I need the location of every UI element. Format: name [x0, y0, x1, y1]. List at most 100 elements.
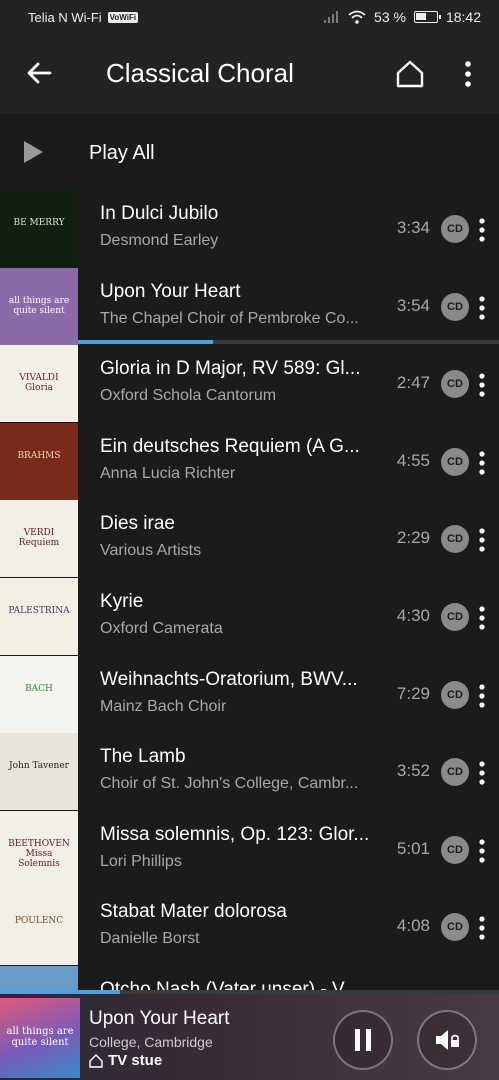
track-row[interactable]: John Tavener The Lamb Choir of St. John's … — [0, 733, 499, 811]
track-row[interactable]: BEETHOVEN Missa Solemnis Missa solemnis, … — [0, 811, 499, 889]
more-vert-icon[interactable] — [476, 450, 488, 476]
room-selector[interactable]: TV stue — [89, 1052, 162, 1069]
album-art-text: BRAHMS — [17, 451, 61, 461]
track-artist: Desmond Earley — [100, 232, 219, 249]
album-art-text: VIVALDI Gloria — [19, 373, 59, 393]
track-row[interactable]: POULENC Stabat Mater dolorosa Danielle Bor… — [0, 888, 499, 966]
track-artist: Lori Phillips — [100, 853, 182, 870]
status-bar: Telia N Wi-Fi VoWiFi 53 % 18:42 — [0, 0, 499, 34]
more-vert-icon[interactable] — [476, 217, 488, 243]
now-playing-bar[interactable]: all things are quite silent Upon Your He… — [0, 990, 499, 1080]
room-label: TV stue — [108, 1052, 163, 1069]
more-vert-icon[interactable] — [456, 58, 480, 90]
album-art[interactable]: SINGER PUR — [0, 966, 78, 990]
more-vert-icon[interactable] — [476, 760, 488, 786]
more-vert-icon[interactable] — [476, 683, 488, 709]
album-art-text: PALESTRINA — [8, 606, 70, 616]
more-vert-icon[interactable] — [476, 605, 488, 631]
battery-percent: 53 % — [374, 9, 406, 25]
app-bar: Classical Choral — [0, 34, 499, 114]
now-playing-description: College, Cambridge — [89, 1034, 213, 1050]
track-duration: 3:54 — [396, 296, 430, 315]
play-icon — [24, 141, 43, 163]
volume-icon — [436, 1030, 459, 1050]
album-art[interactable]: POULENC — [0, 888, 78, 965]
track-duration: 5:01 — [396, 839, 430, 858]
now-playing-art-text: all things are quite silent — [6, 1026, 74, 1048]
track-title: Otcho Nash (Vater unser) - V... — [100, 979, 359, 990]
track-row[interactable]: all things are quite silent Upon Your Hea… — [0, 268, 499, 346]
track-progress-bar — [78, 340, 499, 344]
home-icon[interactable] — [394, 58, 426, 90]
pause-button[interactable] — [333, 1010, 393, 1070]
album-art-text: BEETHOVEN Missa Solemnis — [8, 839, 70, 869]
album-art[interactable]: BE MERRY — [0, 190, 78, 267]
track-duration: 4:55 — [396, 451, 430, 470]
track-row[interactable]: VERDI Requiem Dies irae Various Artists 2:2… — [0, 500, 499, 578]
track-row[interactable]: BACH Weihnachts-Oratorium, BWV... Mainz Ba… — [0, 656, 499, 734]
track-artist: Danielle Borst — [100, 930, 200, 947]
track-duration: 3:52 — [396, 761, 430, 780]
now-playing-progress[interactable] — [0, 990, 499, 994]
album-art-text: POULENC — [14, 916, 64, 926]
status-right: 53 % 18:42 — [324, 9, 481, 25]
album-art[interactable]: all things are quite silent — [0, 268, 78, 345]
album-art-text: BE MERRY — [13, 218, 65, 228]
album-art[interactable]: VERDI Requiem — [0, 500, 78, 577]
track-title: Gloria in D Major, RV 589: Gl... — [100, 358, 361, 379]
track-artist: The Chapel Choir of Pembroke Co... — [100, 310, 359, 327]
track-title: Stabat Mater dolorosa — [100, 901, 287, 922]
album-art-text: BACH — [25, 684, 53, 694]
track-duration: 2:29 — [396, 528, 430, 547]
battery-icon — [413, 11, 441, 23]
track-title: In Dulci Jubilo — [100, 203, 219, 224]
more-vert-icon[interactable] — [476, 838, 488, 864]
track-title: The Lamb — [100, 746, 186, 767]
arrow-left-icon[interactable] — [22, 56, 56, 90]
album-art[interactable]: PALESTRINA — [0, 578, 78, 655]
home-icon — [89, 1053, 103, 1068]
more-vert-icon[interactable] — [476, 915, 488, 941]
cd-badge-icon: CD — [441, 681, 469, 709]
track-title: Upon Your Heart — [100, 281, 241, 302]
cd-badge-icon: CD — [441, 370, 469, 398]
track-row[interactable]: PALESTRINA Kyrie Oxford Camerata 4:30 CD — [0, 578, 499, 656]
now-playing-album-art[interactable]: all things are quite silent — [0, 998, 80, 1078]
play-all-button[interactable]: Play All — [0, 114, 499, 190]
album-art[interactable]: BEETHOVEN Missa Solemnis — [0, 811, 78, 888]
track-title: Kyrie — [100, 591, 144, 612]
album-art-text: John Tavener — [9, 761, 69, 771]
page-title: Classical Choral — [106, 58, 294, 88]
album-art-text: VERDI Requiem — [18, 528, 60, 548]
cd-badge-icon: CD — [441, 215, 469, 243]
more-vert-icon[interactable] — [476, 372, 488, 398]
cd-badge-icon: CD — [441, 836, 469, 864]
cd-badge-icon: CD — [441, 293, 469, 321]
cd-badge-icon: CD — [441, 448, 469, 476]
track-row[interactable]: SINGER PUR Otcho Nash (Vater unser) - V..… — [0, 966, 499, 990]
track-row[interactable]: BRAHMS Ein deutsches Requiem (A G... Anna … — [0, 423, 499, 501]
track-title: Missa solemnis, Op. 123: Glor... — [100, 824, 370, 845]
track-row[interactable]: BE MERRY In Dulci Jubilo Desmond Earley 3:3… — [0, 190, 499, 268]
track-title: Weihnachts-Oratorium, BWV... — [100, 669, 358, 690]
track-duration: 4:08 — [396, 916, 430, 935]
album-art[interactable]: BACH — [0, 656, 78, 733]
track-list[interactable]: BE MERRY In Dulci Jubilo Desmond Earley 3:3… — [0, 190, 499, 990]
more-vert-icon[interactable] — [476, 295, 488, 321]
volume-button[interactable] — [417, 1010, 477, 1070]
album-art[interactable]: VIVALDI Gloria — [0, 345, 78, 422]
play-all-label: Play All — [89, 142, 155, 164]
track-duration: 7:29 — [396, 684, 430, 703]
track-duration: 3:34 — [396, 218, 430, 237]
track-row[interactable]: VIVALDI Gloria Gloria in D Major, RV 589:… — [0, 345, 499, 423]
cd-badge-icon: CD — [441, 603, 469, 631]
vowifi-badge: VoWiFi — [107, 12, 139, 23]
pause-icon — [355, 1029, 371, 1051]
cd-badge-icon: CD — [441, 525, 469, 553]
more-vert-icon[interactable] — [476, 527, 488, 553]
album-art[interactable]: BRAHMS — [0, 423, 78, 500]
album-art[interactable]: John Tavener — [0, 733, 78, 810]
track-artist: Oxford Camerata — [100, 620, 223, 637]
track-artist: Choir of St. John's College, Cambr... — [100, 775, 359, 792]
track-title: Ein deutsches Requiem (A G... — [100, 436, 360, 457]
